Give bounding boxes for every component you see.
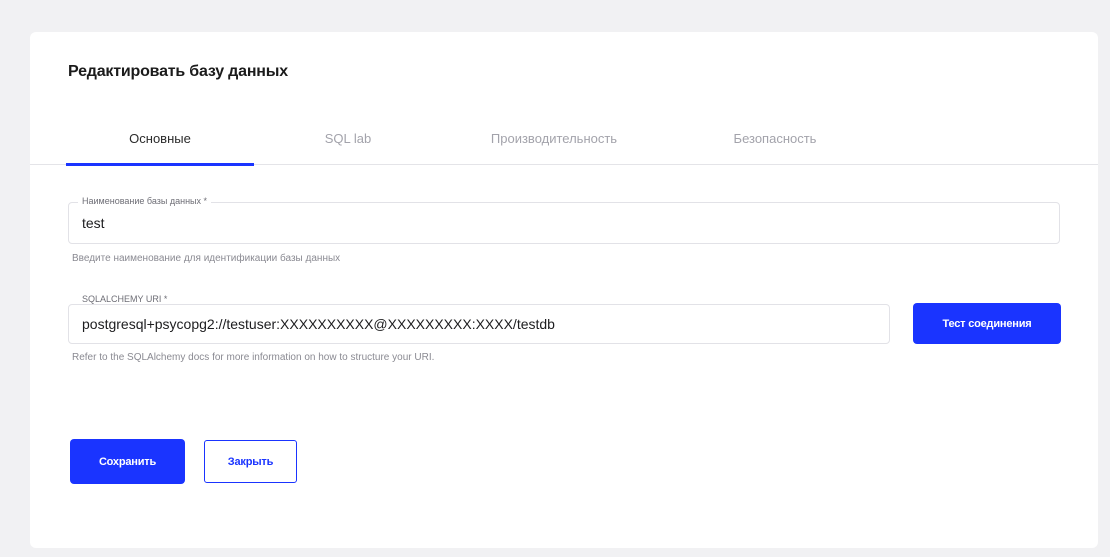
sqlalchemy-uri-label: SQLALCHEMY URI * xyxy=(78,294,172,304)
save-button[interactable]: Сохранить xyxy=(70,439,185,484)
tab-basic[interactable]: Основные xyxy=(66,130,254,166)
sqlalchemy-uri-hint: Refer to the SQLAlchemy docs for more in… xyxy=(72,352,435,363)
sqlalchemy-uri-field[interactable] xyxy=(68,304,890,344)
database-name-hint: Введите наименование для идентификации б… xyxy=(72,253,341,264)
tab-sql-lab[interactable]: SQL lab xyxy=(292,130,404,164)
close-button[interactable]: Закрыть xyxy=(204,440,297,483)
sqlalchemy-uri-input[interactable] xyxy=(69,305,889,343)
tab-bar: Основные SQL lab Производительность Безо… xyxy=(30,130,1098,166)
dialog-title: Редактировать базу данных xyxy=(68,63,288,80)
database-name-input[interactable] xyxy=(69,203,1059,243)
database-name-label: Наименование базы данных * xyxy=(78,196,212,206)
tab-security[interactable]: Безопасность xyxy=(688,130,862,164)
database-name-field[interactable] xyxy=(68,202,1060,244)
test-connection-button[interactable]: Тест соединения xyxy=(913,303,1061,344)
tab-performance[interactable]: Производительность xyxy=(454,130,654,164)
edit-database-dialog: Редактировать базу данных Основные SQL l… xyxy=(30,32,1098,548)
